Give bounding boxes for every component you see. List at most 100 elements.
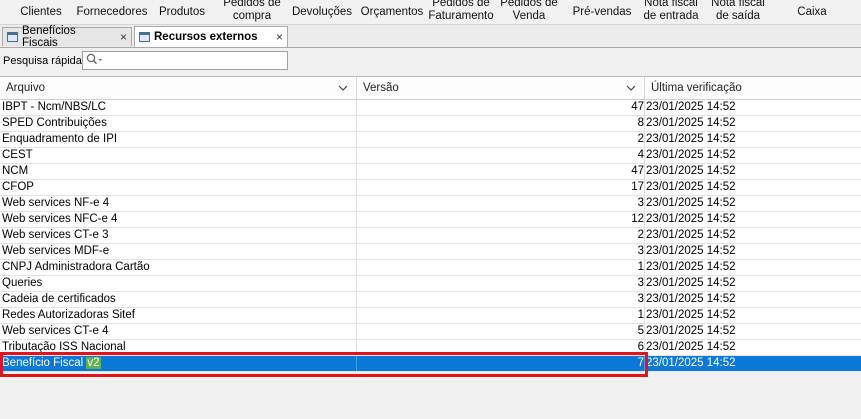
menu-devolucoes[interactable]: Devoluções (292, 0, 352, 24)
column-header-versao[interactable]: Versão (357, 77, 645, 99)
search-field[interactable] (82, 51, 288, 70)
menu-produtos[interactable]: Produtos (156, 0, 208, 24)
tab-bar: Benefícios Fiscais × Recursos externos × (0, 25, 861, 49)
tab-beneficios-fiscais[interactable]: Benefícios Fiscais × (2, 25, 132, 49)
table-row[interactable]: SPED Contribuições 8 23/01/2025 14:52 (0, 116, 861, 132)
cell-ultima-verificacao: 23/01/2025 14:52 (646, 357, 736, 369)
cell-arquivo: Web services MDF-e (2, 245, 110, 257)
chevron-down-icon[interactable] (338, 83, 348, 95)
table-row[interactable]: CEST 4 23/01/2025 14:52 (0, 148, 861, 164)
cell-arquivo: Benefício Fiscal v2 (2, 357, 101, 370)
cell-versao: 7 (637, 357, 644, 369)
table-row[interactable]: IBPT - Ncm/NBS/LC 47 23/01/2025 14:52 (0, 100, 861, 116)
cell-ultima-verificacao: 23/01/2025 14:52 (646, 341, 736, 353)
cell-arquivo-text: Benefício Fiscal (2, 357, 84, 369)
cell-ultima-verificacao: 23/01/2025 14:52 (646, 309, 736, 321)
table-row[interactable]: Web services CT-e 4 5 23/01/2025 14:52 (0, 324, 861, 340)
column-header-ultima-verificacao[interactable]: Última verificação (645, 77, 861, 99)
table-row[interactable]: Web services NF-e 4 3 23/01/2025 14:52 (0, 196, 861, 212)
menu-pedidos-venda[interactable]: Pedidos de Venda (498, 0, 560, 24)
menu-clientes[interactable]: Clientes (14, 0, 68, 24)
table-row[interactable]: CNPJ Administradora Cartão 1 23/01/2025 14… (0, 260, 861, 276)
cell-ultima-verificacao: 23/01/2025 14:52 (646, 325, 736, 337)
table-header: Arquivo Versão Última verificação (0, 77, 861, 100)
cell-ultima-verificacao: 23/01/2025 14:52 (646, 101, 736, 113)
cell-ultima-verificacao: 23/01/2025 14:52 (646, 181, 736, 193)
cell-ultima-verificacao: 23/01/2025 14:52 (646, 277, 736, 289)
search-icon[interactable] (86, 53, 104, 68)
table-row[interactable]: NCM 47 23/01/2025 14:52 (0, 164, 861, 180)
table-row[interactable]: Redes Autorizadoras Sitef 1 23/01/2025 14:… (0, 308, 861, 324)
highlighted-suffix: v2 (86, 357, 101, 369)
cell-versao: 3 (637, 245, 644, 257)
column-label: Arquivo (6, 82, 45, 94)
close-icon[interactable]: × (114, 30, 127, 44)
cell-versao: 47 (631, 101, 644, 113)
cell-versao: 2 (637, 229, 644, 241)
tab-label: Recursos externos (154, 31, 258, 43)
cell-arquivo: Web services CT-e 4 (2, 325, 109, 337)
table-row[interactable]: Enquadramento de IPI 2 23/01/2025 14:52 (0, 132, 861, 148)
cell-ultima-verificacao: 23/01/2025 14:52 (646, 133, 736, 145)
cell-arquivo: Web services CT-e 3 (2, 229, 109, 241)
cell-ultima-verificacao: 23/01/2025 14:52 (646, 149, 736, 161)
cell-versao: 17 (631, 181, 644, 193)
cell-arquivo: Cadeia de certificados (2, 293, 116, 305)
cell-ultima-verificacao: 23/01/2025 14:52 (646, 245, 736, 257)
table-row[interactable]: Web services NFC-e 4 12 23/01/2025 14:52 (0, 212, 861, 228)
tab-label: Benefícios Fiscais (22, 25, 76, 49)
cell-ultima-verificacao: 23/01/2025 14:52 (646, 261, 736, 273)
cell-arquivo: SPED Contribuições (2, 117, 107, 129)
chevron-down-icon[interactable] (626, 83, 636, 95)
menu-orcamentos[interactable]: Orçamentos (358, 0, 426, 24)
menu-pre-vendas[interactable]: Pré-vendas (568, 0, 636, 24)
menu-nota-fiscal-saida[interactable]: Nota fiscal de saída (706, 0, 770, 24)
close-icon[interactable]: × (270, 30, 283, 44)
cell-arquivo: Web services NF-e 4 (2, 197, 110, 209)
cell-arquivo: CEST (2, 149, 33, 161)
cell-ultima-verificacao: 23/01/2025 14:52 (646, 293, 736, 305)
table-row[interactable]: Web services CT-e 3 2 23/01/2025 14:52 (0, 228, 861, 244)
cell-arquivo: Queries (2, 277, 43, 289)
table-row[interactable]: Cadeia de certificados 3 23/01/2025 14:52 (0, 292, 861, 308)
cell-versao: 3 (637, 277, 644, 289)
cell-versao: 12 (631, 213, 644, 225)
menu-pedidos-faturamento[interactable]: Pedidos de Faturamento (424, 0, 498, 24)
cell-versao: 47 (631, 165, 644, 177)
column-header-arquivo[interactable]: Arquivo (0, 77, 357, 99)
cell-ultima-verificacao: 23/01/2025 14:52 (646, 213, 736, 225)
menu-nota-fiscal-entrada[interactable]: Nota fiscal de entrada (638, 0, 704, 24)
table-body: IBPT - Ncm/NBS/LC 47 23/01/2025 14:52 SPED… (0, 100, 861, 372)
cell-ultima-verificacao: 23/01/2025 14:52 (646, 229, 736, 241)
cell-versao: 6 (637, 341, 644, 353)
cell-arquivo: CFOP (2, 181, 34, 193)
cell-versao: 1 (637, 309, 644, 321)
table-row[interactable]: CFOP 17 23/01/2025 14:52 (0, 180, 861, 196)
cell-versao: 5 (637, 325, 644, 337)
cell-versao: 2 (637, 133, 644, 145)
tab-recursos-externos[interactable]: Recursos externos × (134, 26, 288, 47)
table-row[interactable]: Queries 3 23/01/2025 14:52 (0, 276, 861, 292)
cell-versao: 8 (637, 117, 644, 129)
window-icon (139, 32, 150, 42)
column-label: Última verificação (651, 82, 742, 94)
table-row[interactable]: Web services MDF-e 3 23/01/2025 14:52 (0, 244, 861, 260)
window-icon (7, 32, 18, 42)
cell-versao: 3 (637, 197, 644, 209)
cell-arquivo: Web services NFC-e 4 (2, 213, 118, 225)
menu-caixa[interactable]: Caixa (784, 0, 840, 24)
cell-versao: 3 (637, 293, 644, 305)
search-input[interactable] (104, 53, 287, 68)
cell-arquivo: IBPT - Ncm/NBS/LC (2, 101, 106, 113)
menu-pedidos-compra[interactable]: Pedidos de compra (214, 0, 290, 24)
resources-table: Arquivo Versão Última verificação IBPT -… (0, 76, 861, 419)
table-row-selected[interactable]: Benefício Fiscal v2 7 23/01/2025 14:52 (0, 356, 861, 372)
cell-ultima-verificacao: 23/01/2025 14:52 (646, 117, 736, 129)
cell-versao: 1 (637, 261, 644, 273)
menu-fornecedores[interactable]: Fornecedores (74, 0, 150, 24)
table-row[interactable]: Tributação ISS Nacional 6 23/01/2025 14:52 (0, 340, 861, 356)
main-menu-bar: Clientes Fornecedores Produtos Pedidos d… (0, 0, 861, 25)
cell-arquivo: Enquadramento de IPI (2, 133, 118, 145)
cell-ultima-verificacao: 23/01/2025 14:52 (646, 197, 736, 209)
column-label: Versão (363, 82, 399, 94)
